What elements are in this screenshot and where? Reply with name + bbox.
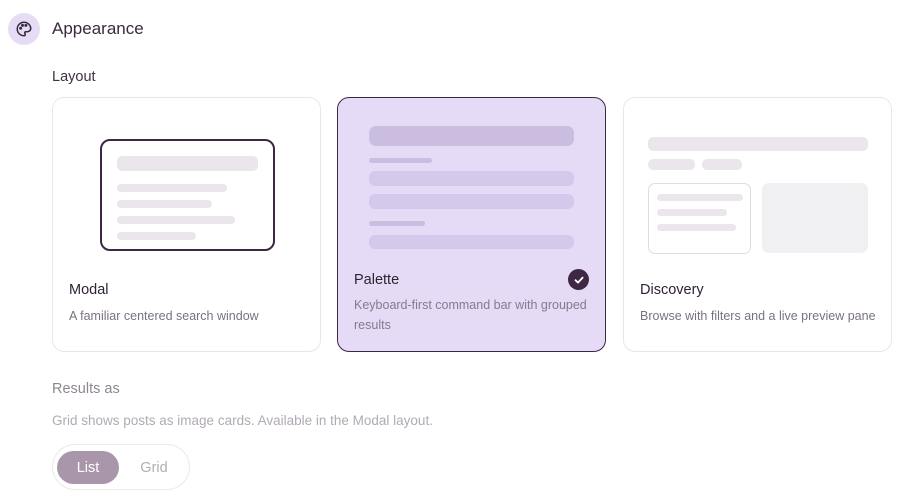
- layout-section-label: Layout: [52, 69, 96, 85]
- grid-view-option[interactable]: Grid: [127, 451, 181, 484]
- layout-card-title: Modal: [69, 282, 109, 298]
- layout-card-title: Discovery: [640, 282, 704, 298]
- appearance-header: Appearance: [8, 13, 144, 45]
- layout-card-modal[interactable]: Modal A familiar centered search window: [52, 97, 321, 352]
- results-hint: Grid shows posts as image cards. Availab…: [52, 413, 433, 428]
- results-section-label: Results as: [52, 381, 120, 397]
- layout-card-title: Palette: [354, 272, 400, 288]
- page-title: Appearance: [52, 19, 144, 38]
- layout-card-palette[interactable]: Palette Keyboard-first command bar with …: [337, 97, 606, 352]
- palette-icon: [8, 13, 40, 45]
- layout-card-description: A familiar centered search window: [69, 309, 259, 323]
- results-view-toggle: List Grid: [52, 444, 190, 490]
- checkmark-icon: [568, 269, 589, 290]
- layout-card-description: Browse with filters and a live preview p…: [640, 309, 876, 323]
- layout-card-discovery[interactable]: Discovery Browse with filters and a live…: [623, 97, 892, 352]
- list-view-option[interactable]: List: [57, 451, 119, 484]
- modal-preview: [100, 139, 275, 251]
- layout-options: Modal A familiar centered search window …: [52, 97, 892, 352]
- layout-card-description: Keyboard-first command bar with grouped …: [354, 298, 587, 332]
